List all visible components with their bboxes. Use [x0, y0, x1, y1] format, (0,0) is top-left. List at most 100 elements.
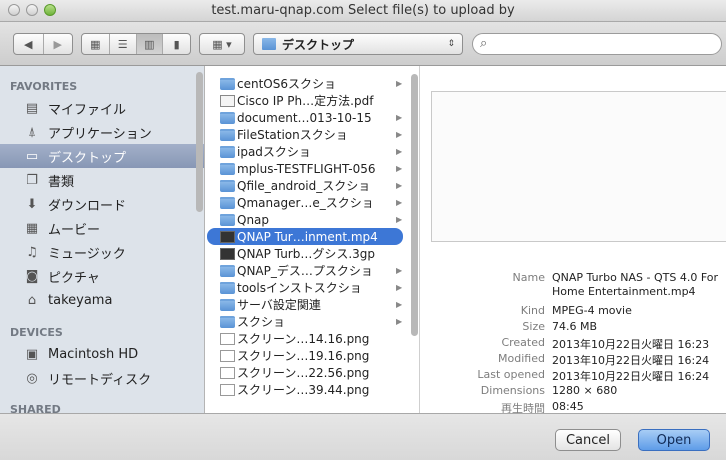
info-key-kind: Kind — [520, 304, 545, 317]
forward-button[interactable]: ▶ — [44, 34, 73, 54]
list-item[interactable]: スクリーン…19.16.png — [207, 347, 403, 364]
info-value-kind: MPEG-4 movie — [552, 304, 632, 317]
file-column-scrollbar[interactable] — [411, 74, 418, 336]
list-item[interactable]: FileStationスクショ ▶ — [207, 126, 403, 143]
folder-icon — [220, 128, 235, 141]
list-item[interactable]: centOS6スクショ ▶ — [207, 75, 403, 92]
disclosure-arrow-icon: ▶ — [396, 147, 403, 156]
list-view-button[interactable]: ☰ — [110, 34, 137, 54]
file-name: スクリーン…19.16.png — [237, 349, 370, 363]
sidebar-item-downloads[interactable]: ⬇ ダウンロード — [0, 192, 204, 216]
list-item[interactable]: mplus-TESTFLIGHT-056 ▶ — [207, 160, 403, 177]
icon-view-button[interactable]: ▦ — [82, 34, 110, 54]
applications-icon: ⍋ — [28, 124, 36, 140]
file-name: FileStationスクショ — [237, 128, 348, 142]
sidebar-item-macintosh-hd[interactable]: ▣ Macintosh HD — [0, 342, 204, 366]
toolbar: ◀ ▶ ▦ ☰ ▥ ▮ ▦ ▾ デスクトップ ⇕ ⌕ — [0, 22, 726, 66]
disclosure-arrow-icon: ▶ — [396, 317, 403, 326]
disclosure-arrow-icon: ▶ — [396, 130, 403, 139]
video-file-icon — [220, 230, 235, 243]
sidebar-item-desktop[interactable]: ▭ デスクトップ — [0, 144, 204, 168]
sidebar-item-movies[interactable]: ▦ ムービー — [0, 216, 204, 240]
cancel-button[interactable]: Cancel — [555, 429, 621, 451]
list-item[interactable]: サーバ設定関連 ▶ — [207, 296, 403, 313]
list-item[interactable]: ipadスクショ ▶ — [207, 143, 403, 160]
sidebar-item-label: takeyama — [48, 292, 113, 308]
disclosure-arrow-icon: ▶ — [396, 113, 403, 122]
column-view-button[interactable]: ▥ — [136, 34, 164, 54]
list-item[interactable]: QNAP Turb…グシス.3gp — [207, 245, 403, 262]
chevron-left-icon: ◀ — [24, 37, 33, 51]
video-file-icon — [220, 247, 235, 260]
devices-header: DEVICES — [10, 326, 63, 339]
folder-icon — [220, 264, 235, 277]
folder-icon — [220, 179, 235, 192]
updown-arrows-icon: ⇕ — [447, 39, 455, 49]
info-value-duration: 08:45 — [552, 400, 584, 413]
sidebar-item-label: ミュージック — [48, 246, 126, 262]
open-button[interactable]: Open — [638, 429, 710, 451]
info-key-name: Name — [512, 271, 545, 284]
column-view-icon: ▥ — [144, 37, 155, 51]
sidebar-item-myfiles[interactable]: ▤ マイファイル — [0, 96, 204, 120]
disclosure-arrow-icon: ▶ — [396, 181, 403, 190]
disclosure-arrow-icon: ▶ — [396, 283, 403, 292]
info-key-created: Created — [501, 336, 545, 349]
coverflow-view-button[interactable]: ▮ — [163, 34, 190, 54]
sidebar-item-music[interactable]: ♫ ミュージック — [0, 240, 204, 264]
list-item[interactable]: スクショ ▶ — [207, 313, 403, 330]
file-name: サーバ設定関連 — [237, 298, 321, 312]
preview-thumbnail — [431, 91, 726, 242]
folder-icon — [262, 38, 276, 50]
image-file-icon — [220, 366, 235, 379]
list-item[interactable]: スクリーン…39.44.png — [207, 381, 403, 398]
disclosure-arrow-icon: ▶ — [396, 215, 403, 224]
location-label: デスクトップ — [282, 37, 355, 52]
list-item[interactable]: Qfile_android_スクショ ▶ — [207, 177, 403, 194]
list-item[interactable]: Qnap ▶ — [207, 211, 403, 228]
list-item[interactable]: Cisco IP Ph…定方法.pdf — [207, 92, 403, 109]
list-item[interactable]: document…013-10-15 ▶ — [207, 109, 403, 126]
remote-disc-icon: ◎ — [26, 370, 38, 386]
icon-view-icon: ▦ — [90, 37, 101, 51]
disclosure-arrow-icon: ▶ — [396, 79, 403, 88]
sidebar-item-label: マイファイル — [48, 102, 127, 118]
list-item[interactable]: スクリーン…14.16.png — [207, 330, 403, 347]
desktop-icon: ▭ — [25, 148, 39, 164]
dialog-footer: Cancel Open — [0, 413, 726, 460]
disclosure-arrow-icon: ▶ — [396, 300, 403, 309]
list-item[interactable]: Qmanager…e_スクショ ▶ — [207, 194, 403, 211]
sidebar-item-applications[interactable]: ⍋ アプリケーション — [0, 120, 204, 144]
list-item[interactable]: toolsインストスクショ ▶ — [207, 279, 403, 296]
list-item-selected[interactable]: QNAP Tur…inment.mp4 — [207, 228, 403, 245]
folder-icon — [220, 111, 235, 124]
pdf-file-icon — [220, 94, 235, 107]
file-name: mplus-TESTFLIGHT-056 — [237, 161, 376, 176]
sidebar-item-label: ピクチャ — [48, 270, 100, 286]
back-button[interactable]: ◀ — [14, 34, 44, 54]
sidebar-scrollbar[interactable] — [196, 72, 203, 212]
sidebar-item-pictures[interactable]: ◙ ピクチャ — [0, 264, 204, 288]
sidebar: FAVORITES ▤ マイファイル ⍋ アプリケーション ▭ デスクトップ ❐… — [0, 66, 205, 413]
list-item[interactable]: スクリーン…22.56.png — [207, 364, 403, 381]
sidebar-item-remote-disc[interactable]: ◎ リモートディスク — [0, 366, 204, 390]
file-name: document…013-10-15 — [237, 110, 372, 125]
file-name: ipadスクショ — [237, 145, 311, 159]
arrange-menu-button[interactable]: ▦ ▾ — [199, 33, 245, 55]
disclosure-arrow-icon: ▶ — [396, 164, 403, 173]
info-key-dimensions: Dimensions — [480, 384, 545, 397]
info-value-last-opened: 2013年10月22日火曜日 16:24 — [552, 370, 710, 383]
folder-icon — [220, 77, 235, 90]
chevron-right-icon: ▶ — [53, 37, 62, 51]
search-input[interactable]: ⌕ — [472, 33, 722, 55]
location-popup[interactable]: デスクトップ ⇕ — [253, 33, 463, 55]
file-name: centOS6スクショ — [237, 77, 336, 91]
sidebar-item-label: リモートディスク — [48, 372, 152, 388]
file-column: centOS6スクショ ▶ Cisco IP Ph…定方法.pdf documen… — [205, 66, 420, 413]
sidebar-item-label: ムービー — [48, 222, 101, 238]
sidebar-item-documents[interactable]: ❐ 書類 — [0, 168, 204, 192]
list-item[interactable]: QNAP_デス…プスクショ ▶ — [207, 262, 403, 279]
info-value-size: 74.6 MB — [552, 320, 598, 333]
sidebar-item-home[interactable]: ⌂ takeyama — [0, 288, 204, 312]
folder-icon — [220, 281, 235, 294]
